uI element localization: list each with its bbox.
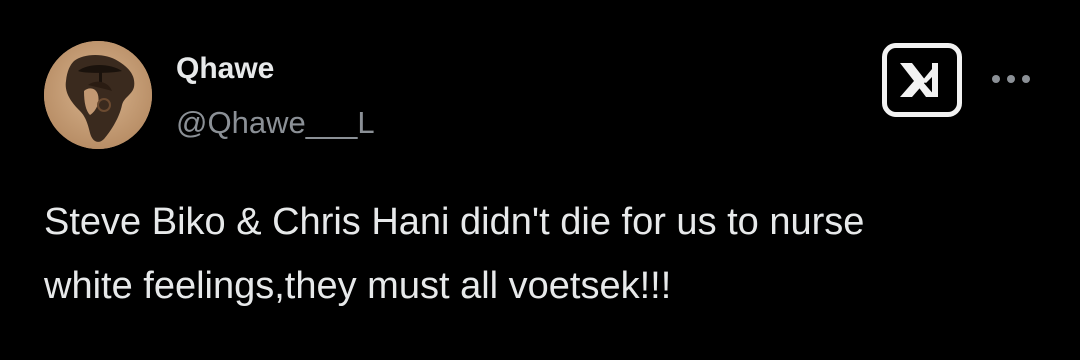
africa-map-portrait-icon	[44, 41, 152, 149]
x-logo-icon	[900, 63, 938, 97]
author-display-name[interactable]: Qhawe	[176, 50, 274, 88]
author-handle[interactable]: @Qhawe___L	[176, 103, 375, 143]
post-text: Steve Biko & Chris Hani didn't die for u…	[44, 201, 865, 307]
more-options-button[interactable]	[988, 62, 1034, 96]
avatar[interactable]	[44, 41, 152, 149]
more-horizontal-icon	[992, 75, 1030, 83]
x-logo-button[interactable]	[882, 43, 962, 117]
post-card: Qhawe @Qhawe___L Steve Biko & Chris Hani…	[0, 0, 1080, 360]
